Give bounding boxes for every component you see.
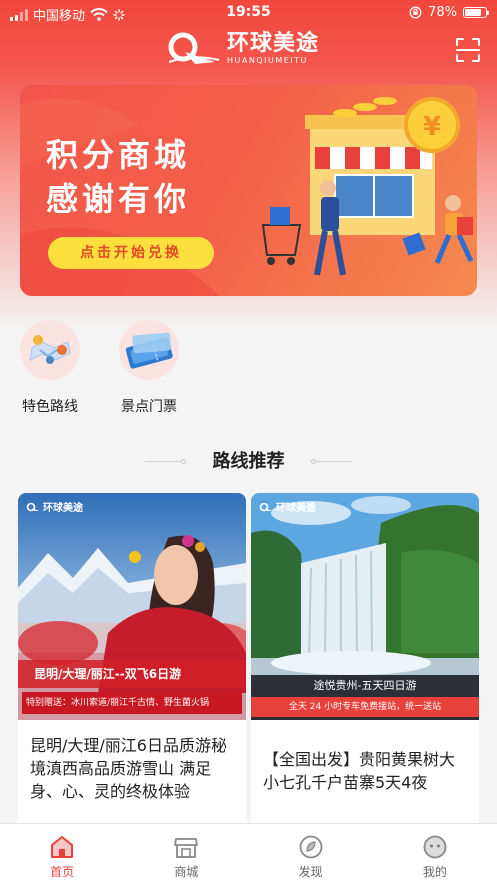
coin-symbol: ¥: [423, 112, 441, 142]
route-card-image: 环球美途 途悦贵州-五天四日游 全天 24 小时专车免费接站，统一送站: [251, 493, 479, 720]
divider: [145, 461, 183, 462]
shop-illustration: ¥: [261, 97, 474, 276]
category-label: 景点门票: [121, 399, 177, 415]
route-card-image: 环球美途 昆明/大理/丽江--双飞6日游 特别赠送：冰川索道/丽江千古情、野生菌…: [18, 493, 246, 720]
logo-mark-icon: [26, 502, 39, 511]
card-title: 【全国出发】贵阳黄果树大小七孔千户苗寨5天4夜: [263, 750, 456, 792]
tab-discover[interactable]: 发现: [249, 824, 373, 883]
tab-label: 我的: [422, 865, 447, 879]
tab-label: 商城: [174, 865, 199, 879]
divider-dot: [181, 459, 186, 464]
bottom-tab-bar: 首页 商城 发现 我的: [0, 823, 497, 883]
battery-icon: [463, 7, 489, 18]
ticket-icon: [119, 320, 179, 380]
status-bar: 中国移动 19:55 78%: [0, 0, 497, 26]
banner-title-line1: 积分商城: [46, 136, 191, 174]
logo-mark-icon: [259, 502, 272, 511]
tab-label: 发现: [298, 865, 323, 879]
banner-title-line2: 感谢有你: [46, 180, 191, 218]
card-overlay-title: 途悦贵州-五天四日游: [313, 679, 417, 692]
category-attraction-tickets[interactable]: 景点门票: [109, 320, 189, 416]
card-title: 昆明/大理/丽江6日品质游秘境滇西高品质游雪山 满足身、心、灵的终极体验: [30, 736, 227, 801]
app-logo: 环球美途 HUANQIUMEITU: [165, 30, 319, 68]
shop-icon: [174, 838, 199, 858]
divider: [314, 461, 352, 462]
tab-label: 首页: [50, 865, 75, 879]
map-route-icon: [20, 320, 80, 380]
section-header: 路线推荐: [0, 450, 497, 474]
card-brand-logo: 环球美途: [26, 499, 83, 514]
battery-level-fill: [465, 9, 481, 16]
section-title: 路线推荐: [212, 451, 285, 472]
logo-name-en: HUANQIUMEITU: [227, 56, 308, 65]
tab-home[interactable]: 首页: [0, 824, 124, 883]
scan-icon[interactable]: [455, 37, 481, 63]
discover-icon: [299, 835, 323, 859]
card-overlay-sub: 全天 24 小时专车免费接站，统一送站: [251, 697, 479, 717]
category-featured-routes[interactable]: 特色路线: [10, 320, 90, 416]
profile-icon: [423, 835, 447, 859]
route-card-guizhou[interactable]: 环球美途 途悦贵州-五天四日游 全天 24 小时专车免费接站，统一送站 【全国出…: [251, 493, 479, 833]
logo-name-cn: 环球美途: [227, 31, 320, 56]
route-card-yunnan[interactable]: 环球美途 昆明/大理/丽江--双飞6日游 特别赠送：冰川索道/丽江千古情、野生菌…: [18, 493, 246, 833]
tab-profile[interactable]: 我的: [373, 824, 497, 883]
category-label: 特色路线: [22, 399, 78, 415]
points-mall-banner[interactable]: 积分商城 感谢有你 点击开始兑换 ¥: [20, 85, 477, 296]
logo-mark-icon: [168, 32, 220, 64]
rotation-lock-icon: [409, 6, 422, 19]
battery-percent: 78%: [428, 5, 457, 20]
exchange-button[interactable]: 点击开始兑换: [48, 237, 214, 269]
home-icon: [51, 836, 74, 858]
card-overlay-sub: 特别赠送：冰川索道/丽江千古情、野生菌火锅: [22, 692, 242, 714]
tab-shop[interactable]: 商城: [124, 824, 248, 883]
card-overlay-title: 昆明/大理/丽江--双飞6日游: [18, 660, 246, 688]
card-brand-logo: 环球美途: [259, 499, 316, 514]
